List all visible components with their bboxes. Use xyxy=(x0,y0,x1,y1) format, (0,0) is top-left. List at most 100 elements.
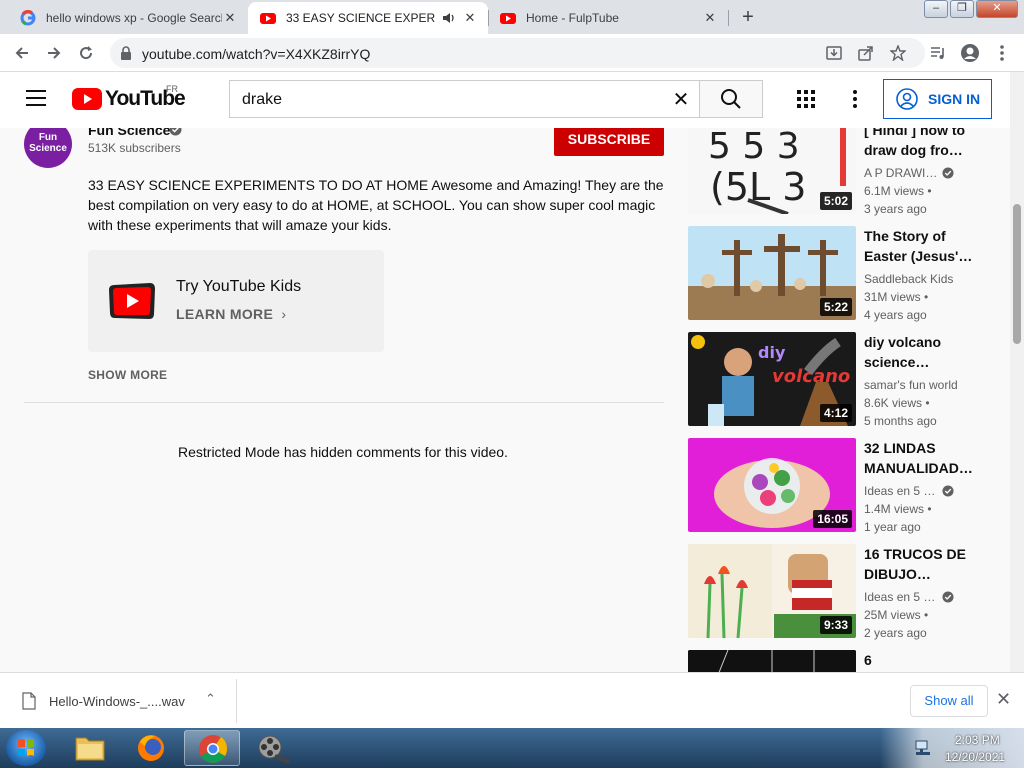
chevron-right-icon: › xyxy=(281,306,287,322)
youtube-kids-promo[interactable]: Try YouTube Kids LEARN MORE › xyxy=(88,250,384,352)
recommended-video[interactable]: 5 5 3 (5L 3 5:02 [ Hindi ] how to draw d… xyxy=(686,128,1006,216)
recommended-video[interactable]: 6 xyxy=(686,650,1006,672)
thumbnail-dark xyxy=(688,650,856,672)
more-vert-icon[interactable] xyxy=(853,90,857,108)
video-channel[interactable]: Ideas en 5 … xyxy=(864,590,935,604)
video-views: 8.6K views • xyxy=(864,396,930,410)
reload-icon[interactable] xyxy=(74,41,98,65)
video-thumbnail[interactable]: 16:05 xyxy=(688,438,856,532)
clock-time[interactable]: 2:03 PM xyxy=(955,733,1000,747)
tab-title: 33 EASY SCIENCE EXPERIMENTS TO DO AT HOM… xyxy=(286,11,436,25)
show-all-button[interactable]: Show all xyxy=(910,685,988,717)
start-button[interactable] xyxy=(6,730,46,766)
show-more-button[interactable]: SHOW MORE xyxy=(88,368,167,382)
close-icon[interactable]: ✕ xyxy=(996,689,1011,710)
video-thumbnail[interactable]: 5 5 3 (5L 3 5:02 xyxy=(688,128,856,214)
video-thumbnail[interactable]: 9:33 xyxy=(688,544,856,638)
page-scrollbar[interactable] xyxy=(1010,72,1024,672)
verified-check-icon xyxy=(942,485,954,497)
video-views: 6.1M views • xyxy=(864,184,932,198)
browser-menu-icon[interactable] xyxy=(990,41,1014,65)
taskbar-movie-maker[interactable] xyxy=(245,730,301,766)
channel-name[interactable]: Fun Science xyxy=(88,128,170,138)
network-icon[interactable] xyxy=(914,739,932,757)
video-title[interactable]: 32 LINDAS MANUALIDAD… xyxy=(864,438,976,478)
speaker-icon[interactable] xyxy=(442,11,456,25)
recommended-video[interactable]: 5:22 The Story of Easter (Jesus'… Saddle… xyxy=(686,226,1006,322)
close-icon[interactable]: ✕ xyxy=(462,10,478,26)
scrollbar-thumb[interactable] xyxy=(1013,204,1021,344)
youtube-kids-icon xyxy=(109,283,155,319)
recommended-video[interactable]: 16:05 32 LINDAS MANUALIDAD… Ideas en 5 …… xyxy=(686,438,1006,534)
video-channel[interactable]: A P DRAWI… xyxy=(864,166,937,180)
bookmark-star-icon[interactable] xyxy=(890,45,906,61)
video-duration: 9:33 xyxy=(819,616,852,634)
restricted-mode-message: Restricted Mode has hidden comments for … xyxy=(178,444,508,460)
close-icon[interactable]: ✕ xyxy=(222,10,238,26)
video-channel[interactable]: Saddleback Kids xyxy=(864,272,953,286)
clock-date[interactable]: 12/20/2021 xyxy=(945,750,1005,764)
video-channel[interactable]: samar's fun world xyxy=(864,378,958,392)
video-age: 4 years ago xyxy=(864,308,927,322)
account-icon xyxy=(896,88,918,110)
lock-icon[interactable] xyxy=(120,46,132,60)
video-thumbnail[interactable] xyxy=(688,650,856,672)
video-channel[interactable]: Ideas en 5 … xyxy=(864,484,935,498)
video-title[interactable]: 6 xyxy=(864,650,976,670)
chevron-up-icon[interactable]: ⌃ xyxy=(205,691,216,707)
film-reel-icon xyxy=(258,735,290,764)
youtube-icon xyxy=(260,13,276,24)
windows-logo-icon xyxy=(18,739,34,756)
sign-in-button[interactable]: SIGN IN xyxy=(883,79,992,119)
video-age: 1 year ago xyxy=(864,520,921,534)
tab-separator xyxy=(488,10,489,26)
search-button[interactable] xyxy=(699,80,763,118)
video-info-section: Fun Science Fun Science 513K subscribers… xyxy=(0,128,680,672)
forward-arrow-icon[interactable] xyxy=(42,41,66,65)
video-views: 31M views • xyxy=(864,290,929,304)
maximize-button[interactable]: ❐ xyxy=(950,0,974,18)
taskbar-explorer[interactable] xyxy=(62,730,118,766)
country-code: FR xyxy=(166,84,178,94)
divider xyxy=(236,679,237,723)
tab-google-search[interactable]: hello windows xp - Google Search ✕ xyxy=(8,2,248,34)
video-title[interactable]: diy volcano science… xyxy=(864,332,976,372)
file-icon xyxy=(22,692,36,710)
video-title[interactable]: 16 TRUCOS DE DIBUJO… xyxy=(864,544,976,584)
media-control-icon[interactable] xyxy=(926,41,950,65)
tab-title: hello windows xp - Google Search xyxy=(46,11,222,25)
taskbar-firefox[interactable] xyxy=(123,730,179,766)
back-arrow-icon[interactable] xyxy=(10,41,34,65)
video-thumbnail[interactable]: diy volcano 4:12 xyxy=(688,332,856,426)
share-icon[interactable] xyxy=(858,45,874,61)
clear-search-icon[interactable]: ✕ xyxy=(670,89,692,111)
channel-avatar[interactable]: Fun Science xyxy=(24,128,72,168)
apps-grid-icon[interactable] xyxy=(797,90,815,108)
tab-fulptube[interactable]: Home - FulpTube ✕ xyxy=(488,2,728,34)
subscribe-button[interactable]: SUBSCRIBE xyxy=(554,128,664,156)
profile-avatar-icon[interactable] xyxy=(958,41,982,65)
video-title[interactable]: The Story of Easter (Jesus'… xyxy=(864,226,976,266)
video-views: 25M views • xyxy=(864,608,929,622)
video-thumbnail[interactable]: 5:22 xyxy=(688,226,856,320)
hamburger-menu-icon[interactable] xyxy=(26,90,46,106)
taskbar-chrome[interactable] xyxy=(184,730,240,766)
install-app-icon[interactable] xyxy=(826,45,842,61)
youtube-icon xyxy=(500,13,516,24)
minimize-button[interactable]: – xyxy=(924,0,948,18)
youtube-logo-icon xyxy=(72,88,102,110)
tab-youtube-video[interactable]: 33 EASY SCIENCE EXPERIMENTS TO DO AT HOM… xyxy=(248,2,488,34)
window-close-button[interactable]: ✕ xyxy=(976,0,1018,18)
close-icon[interactable]: ✕ xyxy=(702,10,718,26)
recommended-video[interactable]: 9:33 16 TRUCOS DE DIBUJO… Ideas en 5 … 2… xyxy=(686,544,1006,640)
address-bar[interactable]: youtube.com/watch?v=X4XKZ8irrYQ xyxy=(110,38,925,68)
new-tab-button[interactable]: + xyxy=(736,6,760,30)
recommendations-sidebar: 5 5 3 (5L 3 5:02 [ Hindi ] how to draw d… xyxy=(686,128,1006,672)
download-filename[interactable]: Hello-Windows-_....wav xyxy=(49,694,185,709)
video-age: 2 years ago xyxy=(864,626,927,640)
learn-more-link[interactable]: LEARN MORE › xyxy=(176,306,286,322)
video-title[interactable]: [ Hindi ] how to draw dog fro… xyxy=(864,128,976,160)
search-input[interactable]: drake ✕ xyxy=(229,80,699,118)
subscriber-count: 513K subscribers xyxy=(88,141,181,155)
recommended-video[interactable]: diy volcano 4:12 diy volcano science… sa… xyxy=(686,332,1006,428)
